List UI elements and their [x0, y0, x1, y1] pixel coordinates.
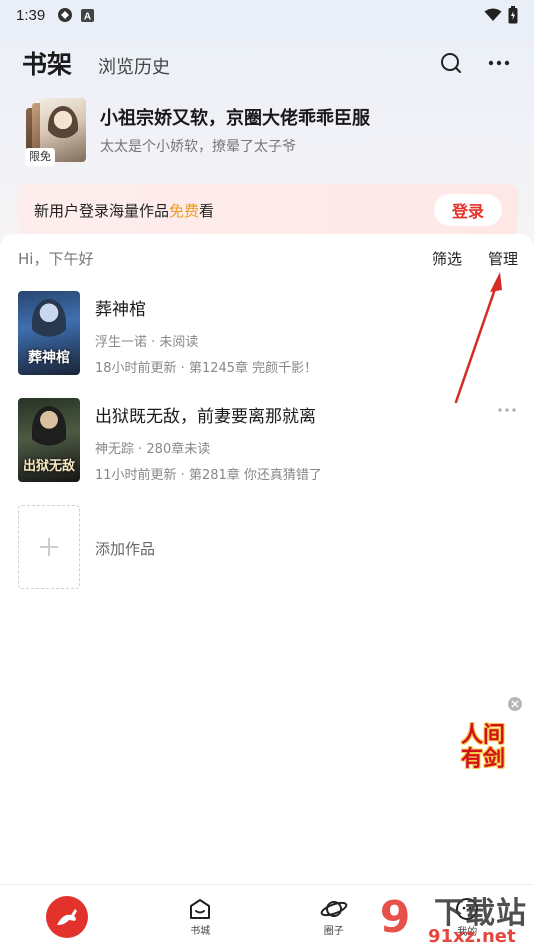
recommend-subtitle: 太太是个小娇软，撩晕了太子爷	[100, 139, 296, 155]
search-button[interactable]	[438, 50, 464, 76]
free-badge: 限免	[25, 148, 55, 166]
app-notification-icon	[58, 8, 73, 22]
nav-home[interactable]	[0, 885, 134, 950]
greeting-row: Hi，下午好 筛选 管理	[18, 246, 518, 270]
nav-bookstore-label: 书城	[190, 926, 211, 937]
battery-icon	[508, 6, 518, 24]
header-actions	[438, 50, 512, 76]
annotation-arrow	[454, 272, 502, 404]
add-work-row[interactable]: 添加作品	[18, 505, 518, 589]
floating-ad[interactable]: 人间有剑	[448, 697, 524, 787]
home-logo-icon	[45, 895, 88, 938]
deer-logo-icon	[56, 908, 77, 925]
status-time: 1:39	[16, 6, 46, 24]
greeting-text: Hi，下午好	[18, 249, 94, 268]
login-button[interactable]: 登录	[434, 194, 502, 226]
filter-button[interactable]: 筛选	[432, 248, 462, 269]
login-banner[interactable]: 新用户登录海量作品免费看 登录	[18, 184, 518, 236]
ad-image[interactable]: 人间有剑	[452, 713, 514, 781]
status-bar: 1:39 A	[0, 0, 534, 30]
book-cover: 出狱无敌	[18, 398, 80, 482]
wifi-icon	[484, 8, 502, 21]
more-dots-icon	[498, 408, 516, 412]
recommend-banner[interactable]: 限免 小祖宗娇又软，京圈大佬乖乖臣服 太太是个小娇软，撩晕了太子爷	[22, 98, 512, 168]
ad-logo: 人间有剑	[460, 722, 505, 772]
plus-icon	[40, 538, 58, 556]
svg-text:A: A	[84, 11, 91, 22]
more-icon	[488, 60, 510, 66]
add-work-button[interactable]	[18, 505, 80, 589]
shelf-actions: 筛选 管理	[432, 248, 518, 269]
cover-title: 出狱无敌	[22, 459, 75, 474]
ad-close-button[interactable]	[508, 697, 522, 711]
notification-a-icon: A	[81, 8, 95, 22]
close-icon	[511, 700, 519, 708]
book-item[interactable]: 葬神棺 葬神棺 浮生一诺 · 未阅读 18小时前更新 · 第1245章 完颜千影…	[18, 291, 518, 377]
book-cover: 葬神棺	[18, 291, 80, 375]
recommend-title: 小祖宗娇又软，京圈大佬乖乖臣服	[100, 108, 370, 129]
book-update: 11小时前更新 · 第281章 你还真猜错了	[95, 468, 322, 483]
tab-browse-history[interactable]: 浏览历史	[98, 47, 170, 79]
book-meta: 浮生一诺 · 未阅读	[95, 335, 199, 350]
recommend-covers: 限免	[22, 98, 92, 166]
login-prompt: 新用户登录海量作品免费看	[34, 201, 215, 220]
page-title[interactable]: 书架	[22, 45, 72, 81]
cover-title: 葬神棺	[28, 350, 70, 366]
nav-bookstore[interactable]: 书城	[134, 885, 268, 950]
planet-icon	[320, 901, 348, 917]
book-item[interactable]: 出狱无敌 出狱既无敌，前妻要离那就离 神无踪 · 280章未读 11小时前更新 …	[18, 398, 518, 484]
manage-button[interactable]: 管理	[488, 248, 518, 269]
nav-circle-label: 圈子	[323, 926, 344, 937]
watermark-logo: 9	[379, 892, 411, 943]
book-update: 18小时前更新 · 第1245章 完颜千影！	[95, 361, 318, 376]
status-indicators	[484, 6, 518, 24]
site-watermark: 9 下载站 91xz.net	[364, 888, 532, 948]
book-title: 葬神棺	[95, 300, 146, 320]
top-header: 书架 浏览历史	[0, 40, 534, 86]
free-highlight: 免费	[169, 201, 200, 220]
watermark-url: 91xz.net	[428, 926, 516, 947]
search-icon	[441, 53, 461, 73]
bookstore-icon	[190, 899, 211, 919]
add-work-label: 添加作品	[95, 540, 156, 558]
book-title: 出狱既无敌，前妻要离那就离	[95, 407, 316, 427]
more-button[interactable]	[486, 50, 512, 76]
book-meta: 神无踪 · 280章未读	[95, 442, 211, 457]
